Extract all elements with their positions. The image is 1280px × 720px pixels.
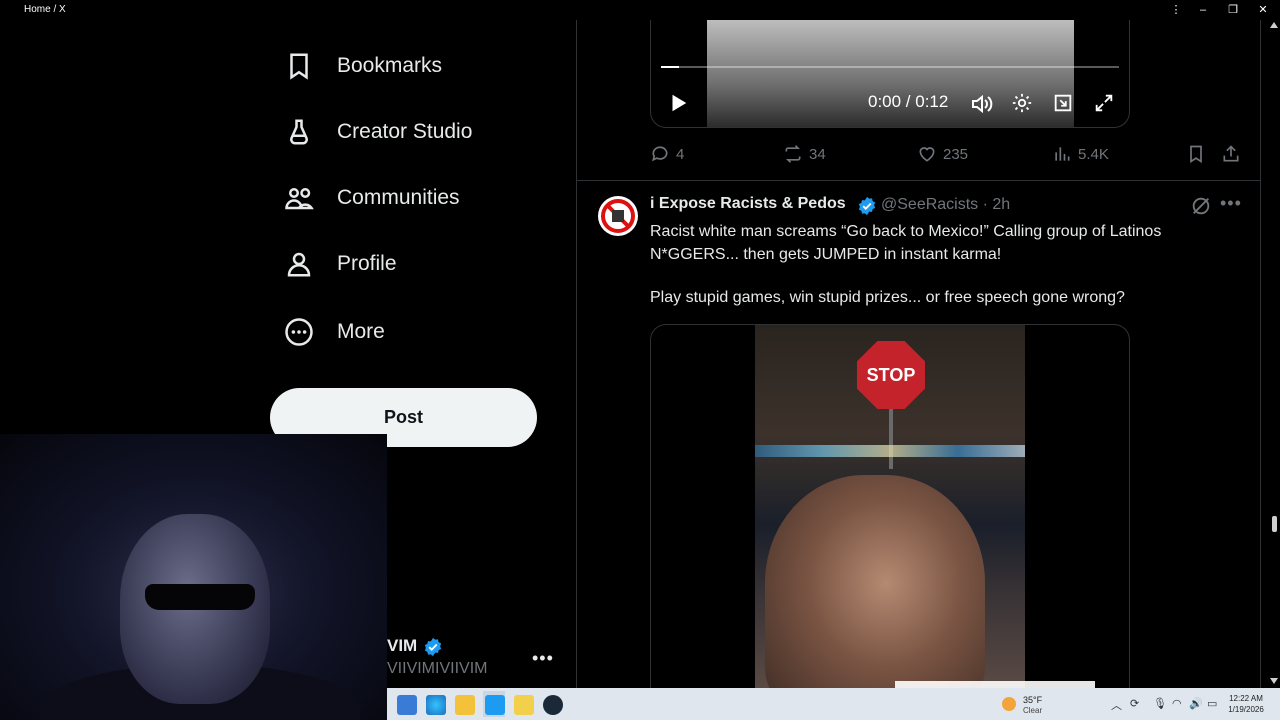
tray-chevron-icon[interactable]: ︿ [1111, 697, 1122, 713]
sidebar-item-label: Bookmarks [337, 54, 443, 77]
feed-right-border [1260, 20, 1261, 688]
sidebar-item-communities[interactable]: Communities [284, 178, 460, 218]
tweet-handle-text: @SeeRacists [881, 196, 979, 213]
weather-moon-icon [1002, 697, 1016, 711]
window-title: Home / X [24, 4, 66, 15]
video-progress-bar[interactable] [661, 66, 1119, 68]
wifi-icon[interactable]: ◠ [1172, 697, 1182, 710]
steam-icon[interactable] [543, 695, 563, 715]
woman-in-frame [765, 475, 985, 688]
sidebar-item-bookmarks[interactable]: Bookmarks [284, 46, 442, 86]
string-lights [755, 445, 1025, 457]
tweet-time: · 2h [982, 196, 1011, 213]
sidebar-item-label: More [337, 320, 385, 343]
file-explorer-icon[interactable] [455, 695, 475, 715]
start-icon[interactable] [397, 695, 417, 715]
webcam-sunglasses [145, 584, 255, 610]
app-icon[interactable] [514, 695, 534, 715]
clock-date: 1/19/2026 [1228, 705, 1264, 714]
reply-icon [652, 146, 668, 162]
close-button[interactable]: ✕ [1252, 2, 1274, 18]
repost-count: 34 [809, 145, 826, 163]
sidebar-item-label: Profile [337, 252, 397, 275]
share-icon[interactable] [1221, 144, 1241, 164]
tweet-text: Racist white man screams “Go back to Mex… [650, 223, 1162, 263]
minimize-button[interactable]: – [1192, 2, 1214, 18]
heart-icon [919, 147, 935, 162]
like-count: 235 [943, 145, 969, 163]
tray-sync-icon[interactable]: ⟳ [1130, 697, 1139, 710]
sidebar-item-label: Communities [337, 186, 460, 209]
maximize-button[interactable]: ❐ [1222, 2, 1244, 18]
volume-icon[interactable] [969, 92, 993, 116]
video-time: 0:00 / 0:12 [868, 92, 949, 111]
menu-icon[interactable]: ⋮ [1165, 2, 1187, 18]
speaker-icon[interactable]: 🔊 [1189, 697, 1203, 710]
account-more-icon[interactable]: ••• [532, 648, 554, 669]
grok-icon[interactable] [1190, 195, 1212, 217]
repost-icon [785, 145, 801, 163]
reply-button[interactable]: 4 [650, 144, 684, 164]
stop-sign: STOP [857, 341, 925, 409]
tweet-more-icon[interactable]: ••• [1220, 193, 1242, 214]
like-button[interactable]: 235 [917, 144, 968, 164]
people-icon [285, 188, 314, 210]
tweet-divider [577, 180, 1260, 181]
views-count: 5.4K [1078, 145, 1109, 163]
edge-browser-icon[interactable] [426, 695, 446, 715]
feed-left-border [576, 20, 577, 688]
page-scrollbar[interactable] [1268, 20, 1280, 688]
views-chart-icon [1055, 147, 1070, 161]
avatar[interactable] [598, 196, 638, 236]
taskbar-clock[interactable]: 12:22 AM 1/19/2026 [1226, 693, 1266, 715]
no-symbol-avatar-icon [601, 199, 635, 233]
tweet-text-second-paragraph: Play stupid games, win stupid prizes... … [650, 289, 1125, 306]
bookmark-action-icon[interactable] [1186, 144, 1206, 164]
sidebar-item-label: Creator Studio [337, 120, 473, 143]
webcam-overlay [0, 434, 387, 720]
more-circle-icon [285, 318, 313, 346]
tweet-author-name[interactable]: i Expose Racists & Pedos [650, 195, 846, 213]
verified-badge-icon [858, 196, 876, 216]
microphone-icon[interactable]: 🎙 [1153, 697, 1167, 710]
sidebar-item-creator-studio[interactable]: Creator Studio [284, 112, 472, 152]
battery-icon[interactable]: ▭ [1207, 697, 1217, 710]
account-handle: VIIVIMIVIIVIM [387, 660, 488, 677]
repost-button[interactable]: 34 [783, 144, 826, 164]
play-icon[interactable] [667, 92, 689, 114]
weather-desc: Clear [1023, 706, 1043, 715]
tweet-video-media[interactable]: STOP [650, 324, 1130, 688]
window-titlebar: Home / X ⋮ – ❐ ✕ [0, 0, 1280, 20]
media-frame: STOP [755, 325, 1095, 688]
views-button[interactable]: 5.4K [1052, 144, 1109, 164]
fullscreen-icon[interactable] [1093, 92, 1115, 114]
stop-pole [889, 409, 893, 469]
scroll-down-arrow-icon[interactable] [1270, 678, 1278, 684]
sidebar-item-more[interactable]: More [284, 312, 385, 352]
bookmark-icon [290, 53, 308, 80]
picture-in-picture-icon[interactable] [1052, 92, 1074, 114]
account-name[interactable]: VIM [387, 636, 417, 656]
weather-temp[interactable]: 35°F [1023, 695, 1042, 705]
settings-gear-icon[interactable] [1011, 92, 1033, 114]
tweet-author-handle[interactable]: @SeeRacists · 2h [881, 196, 1010, 214]
video-player[interactable]: 0:00 / 0:12 [650, 20, 1130, 128]
person-icon [287, 252, 311, 277]
clock-time: 12:22 AM [1229, 694, 1263, 703]
reply-count: 4 [676, 145, 685, 163]
flask-icon [290, 119, 308, 145]
sidebar-item-profile[interactable]: Profile [284, 244, 397, 284]
video-progress-fill [661, 66, 679, 68]
video-subtitle-bar [895, 681, 1095, 688]
scrollbar-thumb[interactable] [1272, 516, 1277, 532]
verified-badge-icon [424, 637, 442, 657]
scroll-up-arrow-icon[interactable] [1270, 22, 1278, 28]
x-app-icon[interactable] [485, 695, 505, 715]
